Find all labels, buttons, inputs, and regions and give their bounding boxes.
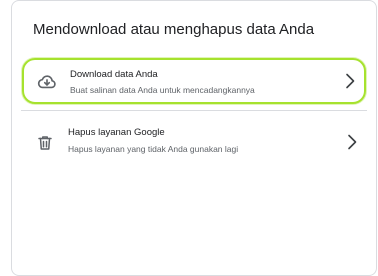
delete-service-title: Hapus layanan Google bbox=[68, 127, 165, 138]
download-data-row[interactable]: Download data Anda Buat salinan data And… bbox=[22, 58, 366, 104]
card-title: Mendownload atau menghapus data Anda bbox=[33, 21, 315, 38]
cloud-download-icon bbox=[36, 71, 58, 93]
delete-service-description: Hapus layanan yang tidak Anda gunakan la… bbox=[68, 144, 239, 154]
divider bbox=[21, 110, 367, 111]
chevron-right-icon bbox=[346, 134, 358, 150]
download-data-title: Download data Anda bbox=[70, 69, 158, 80]
delete-service-row[interactable]: Hapus layanan Google Hapus layanan yang … bbox=[22, 119, 366, 167]
chevron-right-icon bbox=[344, 73, 356, 89]
data-management-card: Mendownload atau menghapus data Anda Dow… bbox=[11, 0, 377, 276]
trash-icon bbox=[34, 132, 56, 154]
download-data-description: Buat salinan data Anda untuk mencadangka… bbox=[70, 85, 255, 95]
